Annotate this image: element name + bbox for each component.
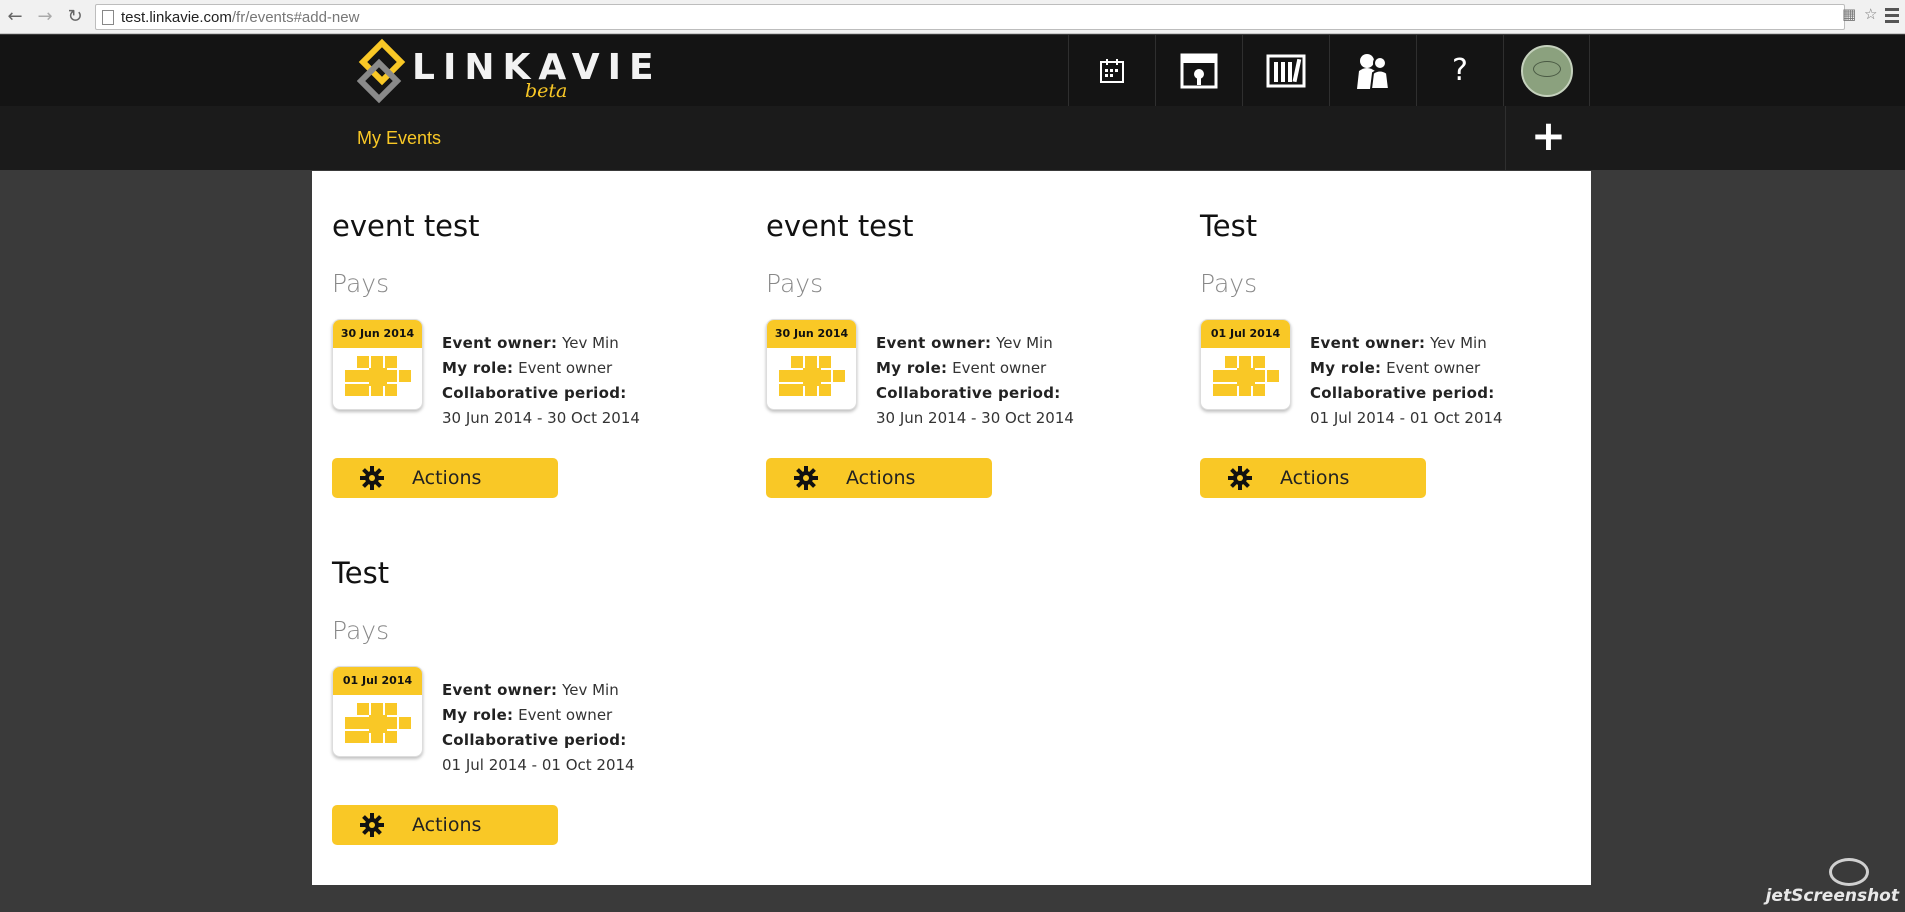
actions-label: Actions — [412, 467, 482, 489]
owner-label: Event owner: — [442, 334, 558, 352]
library-icon — [1266, 54, 1306, 87]
browser-menu-icon[interactable] — [1885, 8, 1899, 24]
period-label: Collaborative period: — [876, 384, 1061, 402]
event-info: Event owner: Yev Min My role: Event owner… — [442, 331, 640, 431]
my-events-link[interactable]: My Events — [357, 128, 441, 149]
event-owner: Yev Min — [562, 681, 619, 699]
event-title[interactable]: event test — [332, 209, 480, 243]
event-period: 30 Jun 2014 - 30 Oct 2014 — [876, 409, 1074, 427]
help-icon: ? — [1452, 53, 1468, 88]
event-role: Event owner — [952, 359, 1047, 377]
gear-icon — [360, 813, 384, 837]
linkavie-logo[interactable]: LINKAVIE beta program — [356, 37, 654, 124]
role-label: My role: — [442, 706, 514, 724]
event-owner: Yev Min — [562, 334, 619, 352]
role-label: My role: — [876, 359, 948, 377]
address-bar[interactable]: test.linkavie.com/fr/events#add-new — [95, 4, 1845, 30]
calendar-grid-icon — [345, 703, 411, 751]
event-subtitle: Pays — [332, 269, 390, 298]
logo-mark-icon — [356, 38, 406, 104]
events-panel: event test Pays 30 Jun 2014 Event owner: Ye… — [312, 171, 1591, 885]
role-label: My role: — [1310, 359, 1382, 377]
url-text: test.linkavie.com/fr/events#add-new — [121, 9, 360, 26]
event-title[interactable]: Test — [1200, 209, 1257, 243]
actions-label: Actions — [412, 814, 482, 836]
actions-button[interactable]: Actions — [332, 458, 558, 498]
calendar-grid-icon — [345, 356, 411, 404]
gear-icon — [1228, 466, 1252, 490]
event-card: Test Pays 01 Jul 2014 Event owner: Yev Min M… — [1200, 171, 1620, 498]
event-calendar-badge: 01 Jul 2014 — [1200, 319, 1291, 410]
avatar — [1520, 44, 1573, 97]
event-info: Event owner: Yev Min My role: Event owner… — [1310, 331, 1503, 431]
gear-icon — [794, 466, 818, 490]
period-label: Collaborative period: — [442, 384, 627, 402]
event-subtitle: Pays — [332, 616, 390, 645]
calendar-grid-icon — [779, 356, 845, 404]
sub-navigation: My Events + — [0, 106, 1905, 170]
event-role: Event owner — [1386, 359, 1481, 377]
event-date-badge: 01 Jul 2014 — [333, 667, 422, 695]
event-info: Event owner: Yev Min My role: Event owner… — [876, 331, 1074, 431]
event-calendar-badge: 30 Jun 2014 — [332, 319, 423, 410]
gallery-icon — [1180, 53, 1218, 88]
owner-label: Event owner: — [876, 334, 992, 352]
nav-calendar[interactable] — [1068, 35, 1155, 106]
period-label: Collaborative period: — [1310, 384, 1495, 402]
nav-help[interactable]: ? — [1416, 35, 1503, 106]
event-period: 01 Jul 2014 - 01 Oct 2014 — [1310, 409, 1503, 427]
actions-button[interactable]: Actions — [332, 805, 558, 845]
nav-gallery[interactable] — [1155, 35, 1242, 106]
people-icon — [1357, 53, 1391, 90]
nav-profile[interactable] — [1503, 35, 1590, 106]
event-owner: Yev Min — [1430, 334, 1487, 352]
event-title[interactable]: event test — [766, 209, 914, 243]
owner-label: Event owner: — [442, 681, 558, 699]
role-label: My role: — [442, 359, 514, 377]
gear-icon — [360, 466, 384, 490]
translate-icon[interactable]: ▦ — [1842, 5, 1856, 23]
calendar-grid-icon — [1213, 356, 1279, 404]
event-date-badge: 30 Jun 2014 — [767, 320, 856, 348]
watermark: jetScreenshot — [1765, 886, 1899, 906]
event-date-badge: 30 Jun 2014 — [333, 320, 422, 348]
watermark-eye-icon — [1829, 858, 1869, 886]
reload-icon[interactable]: ↻ — [64, 6, 86, 28]
event-calendar-badge: 01 Jul 2014 — [332, 666, 423, 757]
event-owner: Yev Min — [996, 334, 1053, 352]
actions-button[interactable]: Actions — [1200, 458, 1426, 498]
event-calendar-badge: 30 Jun 2014 — [766, 319, 857, 410]
event-card: event test Pays 30 Jun 2014 Event owner: Ye… — [332, 171, 752, 498]
nav-library[interactable] — [1242, 35, 1329, 106]
actions-label: Actions — [846, 467, 916, 489]
actions-button[interactable]: Actions — [766, 458, 992, 498]
page-icon — [102, 10, 114, 25]
event-period: 30 Jun 2014 - 30 Oct 2014 — [442, 409, 640, 427]
forward-icon[interactable]: → — [34, 6, 56, 28]
period-label: Collaborative period: — [442, 731, 627, 749]
event-info: Event owner: Yev Min My role: Event owner… — [442, 678, 635, 778]
calendar-icon — [1100, 58, 1124, 83]
event-date-badge: 01 Jul 2014 — [1201, 320, 1290, 348]
nav-people[interactable] — [1329, 35, 1416, 106]
add-event-button[interactable]: + — [1505, 106, 1591, 170]
back-icon[interactable]: ← — [4, 6, 26, 28]
event-card: Test Pays 01 Jul 2014 Event owner: Yev Min M… — [332, 518, 752, 845]
owner-label: Event owner: — [1310, 334, 1426, 352]
event-role: Event owner — [518, 706, 613, 724]
event-title[interactable]: Test — [332, 556, 389, 590]
top-navigation: LINKAVIE beta program ? — [0, 35, 1905, 124]
browser-toolbar: ← → ↻ test.linkavie.com/fr/events#add-ne… — [0, 0, 1905, 34]
actions-label: Actions — [1280, 467, 1350, 489]
event-card: event test Pays 30 Jun 2014 Event owner: Ye… — [766, 171, 1186, 498]
event-role: Event owner — [518, 359, 613, 377]
bookmark-star-icon[interactable]: ☆ — [1864, 5, 1877, 23]
event-subtitle: Pays — [766, 269, 824, 298]
event-subtitle: Pays — [1200, 269, 1258, 298]
event-period: 01 Jul 2014 - 01 Oct 2014 — [442, 756, 635, 774]
